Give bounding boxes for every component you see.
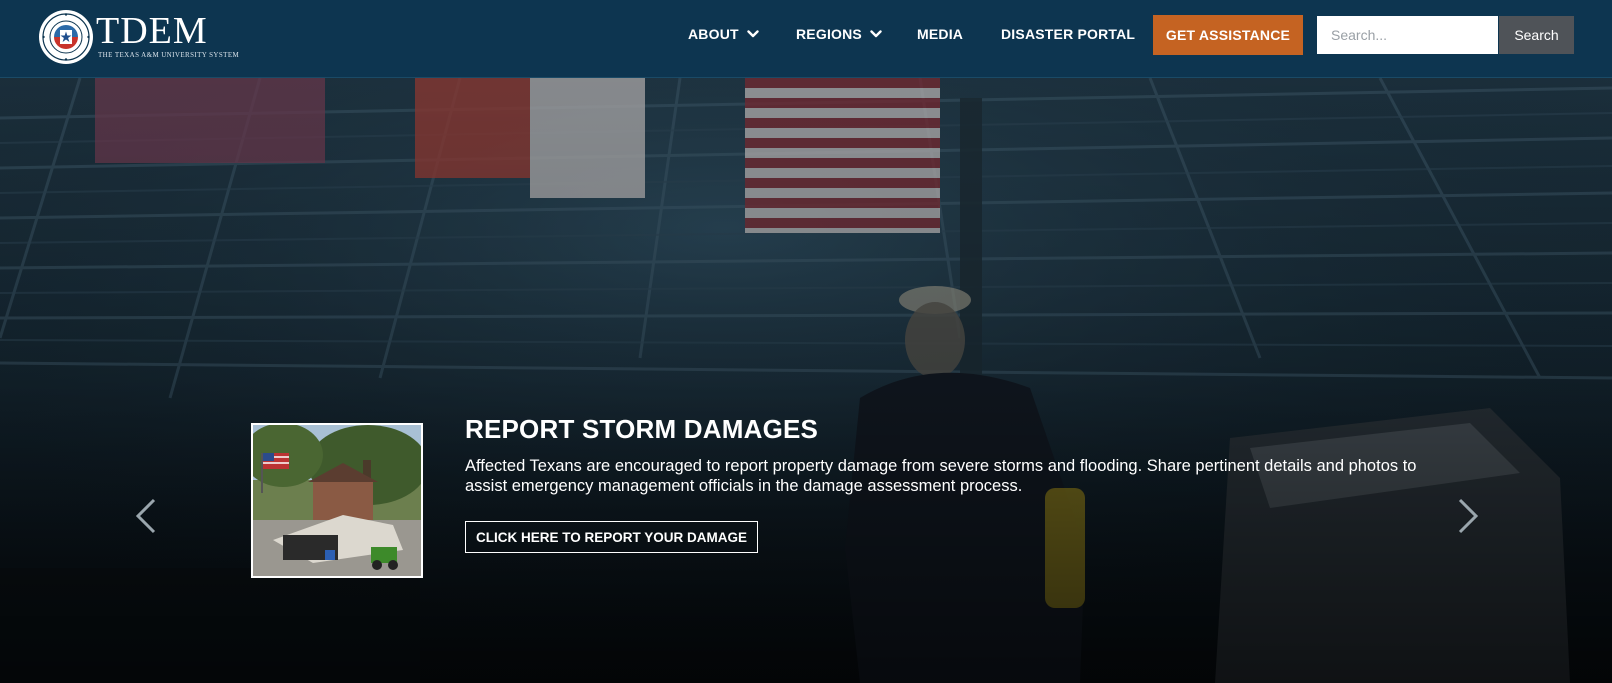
nav-media[interactable]: MEDIA xyxy=(917,26,963,42)
get-assistance-button[interactable]: GET ASSISTANCE xyxy=(1153,15,1303,55)
nav-about[interactable]: ABOUT xyxy=(688,26,759,42)
nav-about-label: ABOUT xyxy=(688,26,739,42)
slide-thumbnail-image xyxy=(251,423,423,578)
nav-regions-label: REGIONS xyxy=(796,26,862,42)
nav-media-label: MEDIA xyxy=(917,26,964,42)
report-damage-button[interactable]: CLICK HERE TO REPORT YOUR DAMAGE xyxy=(465,521,759,553)
nav-disaster-portal[interactable]: DISASTER PORTAL xyxy=(1001,26,1135,42)
search-button[interactable]: Search xyxy=(1499,16,1574,54)
slide-title: REPORT STORM DAMAGES xyxy=(465,414,819,444)
hero-overlay xyxy=(0,78,1612,683)
storm-damage-photo xyxy=(253,425,421,576)
site-header: TDEM THE TEXAS A&M UNIVERSITY SYSTEM ABO… xyxy=(0,0,1612,78)
chevron-down-icon xyxy=(870,30,882,38)
carousel-next-arrow-icon[interactable] xyxy=(1454,496,1482,536)
search-input[interactable] xyxy=(1317,16,1498,54)
tdem-logo[interactable]: TDEM THE TEXAS A&M UNIVERSITY SYSTEM xyxy=(38,9,239,65)
chevron-down-icon xyxy=(747,30,759,38)
carousel-prev-arrow-icon[interactable] xyxy=(132,496,160,536)
nav-regions[interactable]: REGIONS xyxy=(796,26,882,42)
slide-description: Affected Texans are encouraged to report… xyxy=(465,457,1417,495)
tdem-seal-icon xyxy=(39,10,93,64)
hero-carousel: REPORT STORM DAMAGES Affected Texans are… xyxy=(0,78,1612,683)
logo-wordmark: TDEM xyxy=(96,10,208,52)
logo-tagline: THE TEXAS A&M UNIVERSITY SYSTEM xyxy=(98,51,240,59)
nav-disaster-portal-label: DISASTER PORTAL xyxy=(1001,26,1136,42)
